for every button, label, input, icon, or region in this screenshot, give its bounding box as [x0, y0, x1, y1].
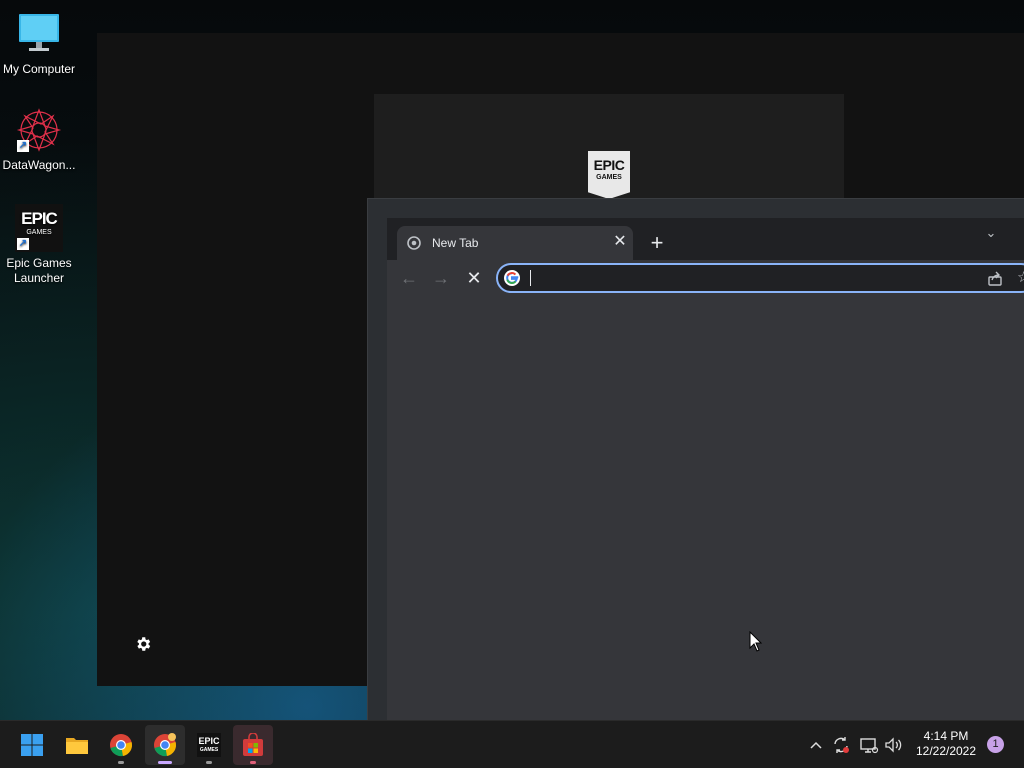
desktop-icon-label: DataWagon...	[2, 158, 76, 172]
chrome-favicon-icon	[407, 236, 421, 250]
forward-button[interactable]: →	[429, 266, 453, 290]
stop-loading-button[interactable]: ✕	[462, 266, 486, 290]
taskbar-chrome[interactable]	[101, 725, 141, 765]
tab-search-chevron-icon[interactable]: ⌄	[981, 223, 1001, 243]
tab-new-tab[interactable]: New Tab ✕	[397, 226, 633, 260]
chrome-icon	[109, 733, 133, 757]
clock-date: 12/22/2022	[915, 744, 977, 758]
epic-games-logo: EPIC GAMES	[588, 151, 630, 199]
address-bar[interactable]: ☆	[496, 263, 1024, 293]
browser-toolbar: ← → ✕ ☆	[387, 260, 1024, 296]
windows-start-icon	[20, 733, 44, 757]
volume-icon[interactable]	[884, 735, 904, 755]
system-clock[interactable]: 4:14 PM 12/22/2022	[910, 729, 982, 759]
epic-logo-text: EPIC	[21, 209, 58, 228]
desktop-icon-label: My Computer	[2, 62, 76, 76]
epic-taskbar-subtext: GAMES	[199, 747, 219, 753]
taskbar-file-explorer[interactable]	[57, 725, 97, 765]
share-icon[interactable]	[986, 270, 1004, 288]
tab-title: New Tab	[432, 236, 479, 250]
desktop-icon-my-computer[interactable]: My Computer	[0, 10, 78, 77]
desktop-icon-epic-games-launcher[interactable]: EPIC GAMES ↗ Epic Games Launcher	[0, 204, 78, 286]
monitor-icon	[15, 10, 63, 58]
active-indicator	[158, 761, 172, 764]
desktop-icon-label: Epic Games Launcher	[6, 256, 72, 285]
taskbar-chrome-profile[interactable]	[145, 725, 185, 765]
tab-strip: New Tab ✕ + ⌄	[387, 218, 1024, 260]
browser-window: New Tab ✕ + ⌄ ← → ✕ ☆	[387, 218, 1024, 720]
new-tab-button[interactable]: +	[645, 231, 669, 255]
running-indicator	[206, 761, 212, 764]
clock-time: 4:14 PM	[923, 729, 969, 743]
back-button[interactable]: ←	[397, 266, 421, 290]
folder-icon	[65, 733, 89, 757]
tray-overflow-chevron-icon[interactable]	[809, 735, 823, 755]
epic-taskbar-text: EPIC	[198, 736, 220, 746]
network-icon[interactable]	[859, 735, 879, 755]
text-caret	[530, 270, 531, 286]
taskbar: EPIC GAMES 4:14 PM 12/22/2022 1	[0, 720, 1024, 768]
mouse-cursor-icon	[749, 630, 763, 653]
chrome-profile-icon	[153, 733, 177, 757]
epic-logo-text: EPIC	[593, 157, 625, 173]
tab-close-icon[interactable]: ✕	[611, 233, 629, 251]
gear-icon[interactable]	[134, 635, 152, 653]
shortcut-arrow-icon: ↗	[17, 238, 29, 250]
taskbar-microsoft-store[interactable]	[233, 725, 273, 765]
bookmark-star-icon[interactable]: ☆	[1017, 268, 1024, 286]
running-indicator	[118, 761, 124, 764]
desktop-icon-datawagon[interactable]: ↗ DataWagon...	[0, 106, 78, 173]
epic-games-icon: EPIC GAMES ↗	[15, 204, 63, 252]
epic-games-icon: EPIC GAMES	[197, 733, 221, 757]
taskbar-start-button[interactable]	[12, 725, 52, 765]
google-g-icon	[504, 270, 520, 286]
shortcut-arrow-icon: ↗	[17, 140, 29, 152]
notification-badge[interactable]: 1	[987, 736, 1004, 753]
sync-icon[interactable]	[832, 735, 850, 755]
epic-logo-subtext: GAMES	[596, 174, 622, 181]
taskbar-epic-games[interactable]: EPIC GAMES	[189, 725, 229, 765]
epic-logo-subtext: GAMES	[26, 229, 52, 236]
store-icon	[241, 732, 265, 757]
datawagon-icon: ↗	[15, 106, 63, 154]
browser-page-content[interactable]	[387, 296, 1024, 720]
active-indicator	[250, 761, 256, 764]
